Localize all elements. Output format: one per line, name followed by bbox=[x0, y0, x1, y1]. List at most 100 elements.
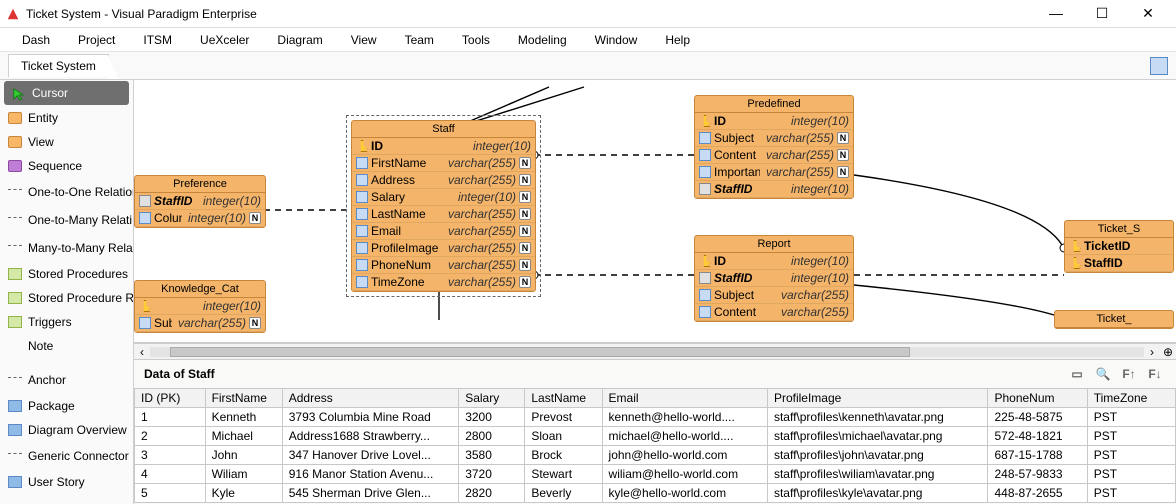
table-row[interactable]: 4Wiliam916 Manor Station Avenu...3720Ste… bbox=[135, 465, 1176, 484]
palette-triggers[interactable]: Triggers bbox=[0, 310, 133, 334]
table-cell[interactable]: staff\profiles\wiliam\avatar.png bbox=[767, 465, 988, 484]
table-cell[interactable]: Address1688 Strawberry... bbox=[282, 427, 458, 446]
palette-user-story[interactable]: User Story bbox=[0, 470, 133, 494]
table-cell[interactable]: 448-87-2655 bbox=[988, 484, 1087, 503]
table-cell[interactable]: 2820 bbox=[459, 484, 525, 503]
table-cell[interactable]: Stewart bbox=[525, 465, 602, 484]
sort-asc-icon[interactable]: F↑ bbox=[1118, 365, 1140, 383]
palette-note[interactable]: Note bbox=[0, 334, 133, 358]
entity-column[interactable]: PhoneNumvarchar(255)N bbox=[352, 257, 535, 274]
menu-diagram[interactable]: Diagram bbox=[277, 33, 322, 47]
palette-stored-procedures[interactable]: Stored Procedures bbox=[0, 262, 133, 286]
entity-column[interactable]: Importancevarchar(255)N bbox=[695, 164, 853, 181]
table-cell[interactable]: staff\profiles\kyle\avatar.png bbox=[767, 484, 988, 503]
table-cell[interactable]: kenneth@hello-world.... bbox=[602, 408, 767, 427]
menu-help[interactable]: Help bbox=[665, 33, 690, 47]
entity-column[interactable]: LastNamevarchar(255)N bbox=[352, 206, 535, 223]
entity-predefined[interactable]: PredefinedIDinteger(10)Subjectvarchar(25… bbox=[694, 95, 854, 199]
table-cell[interactable]: PST bbox=[1087, 408, 1175, 427]
data-table[interactable]: ID (PK)FirstNameAddressSalaryLastNameEma… bbox=[134, 388, 1176, 503]
fit-icon[interactable]: ▭ bbox=[1066, 365, 1088, 383]
palette-stored-procedure-r-[interactable]: Stored Procedure R… bbox=[0, 286, 133, 310]
table-cell[interactable]: 545 Sherman Drive Glen... bbox=[282, 484, 458, 503]
find-icon[interactable]: 🔍 bbox=[1092, 365, 1114, 383]
table-cell[interactable]: Kyle bbox=[205, 484, 282, 503]
entity-column[interactable]: TimeZonevarchar(255)N bbox=[352, 274, 535, 291]
horizontal-scrollbar[interactable]: ‹ › ⊕ bbox=[134, 343, 1176, 359]
table-cell[interactable]: 3580 bbox=[459, 446, 525, 465]
entity-column[interactable]: StaffIDinteger(10) bbox=[135, 193, 265, 210]
palette-one-to-many-relati-[interactable]: One-to-Many Relati… bbox=[0, 206, 133, 234]
entity-column[interactable]: IDinteger(10) bbox=[695, 253, 853, 270]
menu-uexceler[interactable]: UeXceler bbox=[200, 33, 249, 47]
menu-itsm[interactable]: ITSM bbox=[143, 33, 172, 47]
entity-report[interactable]: ReportIDinteger(10)StaffIDinteger(10)Sub… bbox=[694, 235, 854, 322]
palette-sequence[interactable]: Sequence bbox=[0, 154, 133, 178]
table-cell[interactable]: wiliam@hello-world.com bbox=[602, 465, 767, 484]
entity-column[interactable]: Contentvarchar(255)N bbox=[695, 147, 853, 164]
table-header[interactable]: TimeZone bbox=[1087, 389, 1175, 408]
table-cell[interactable]: 347 Hanover Drive Lovel... bbox=[282, 446, 458, 465]
table-cell[interactable]: 5 bbox=[135, 484, 206, 503]
entity-column[interactable]: Subjectvarchar(255) bbox=[695, 287, 853, 304]
menu-modeling[interactable]: Modeling bbox=[518, 33, 567, 47]
menu-dash[interactable]: Dash bbox=[22, 33, 50, 47]
palette-entity[interactable]: Entity bbox=[0, 106, 133, 130]
resize-grip-icon[interactable]: ⊕ bbox=[1160, 345, 1176, 359]
entity-ticket[interactable]: Ticket_ bbox=[1054, 310, 1174, 329]
table-cell[interactable]: kyle@hello-world.com bbox=[602, 484, 767, 503]
entity-column[interactable]: StaffID bbox=[1065, 255, 1173, 272]
table-cell[interactable]: 572-48-1821 bbox=[988, 427, 1087, 446]
table-cell[interactable]: Prevost bbox=[525, 408, 602, 427]
menu-view[interactable]: View bbox=[351, 33, 377, 47]
table-row[interactable]: 5Kyle545 Sherman Drive Glen...2820Beverl… bbox=[135, 484, 1176, 503]
entity-column[interactable]: Salaryinteger(10)N bbox=[352, 189, 535, 206]
table-cell[interactable]: 1 bbox=[135, 408, 206, 427]
maximize-button[interactable]: ☐ bbox=[1088, 5, 1116, 22]
entity-column[interactable]: Subjectvarchar(255)N bbox=[695, 130, 853, 147]
table-cell[interactable]: Kenneth bbox=[205, 408, 282, 427]
entity-column[interactable]: IDinteger(10) bbox=[352, 138, 535, 155]
table-cell[interactable]: PST bbox=[1087, 446, 1175, 465]
table-header[interactable]: ProfileImage bbox=[767, 389, 988, 408]
table-cell[interactable]: 4 bbox=[135, 465, 206, 484]
table-cell[interactable]: 3200 bbox=[459, 408, 525, 427]
table-cell[interactable]: 248-57-9833 bbox=[988, 465, 1087, 484]
table-header[interactable]: ID (PK) bbox=[135, 389, 206, 408]
sort-desc-icon[interactable]: F↓ bbox=[1144, 365, 1166, 383]
palette-package[interactable]: Package bbox=[0, 394, 133, 418]
palette-many-to-many-rela[interactable]: Many-to-Many Rela bbox=[0, 234, 133, 262]
entity-column[interactable]: Columninteger(10)N bbox=[135, 210, 265, 227]
table-cell[interactable]: staff\profiles\michael\avatar.png bbox=[767, 427, 988, 446]
table-cell[interactable]: 3793 Columbia Mine Road bbox=[282, 408, 458, 427]
table-header[interactable]: Salary bbox=[459, 389, 525, 408]
table-cell[interactable]: 916 Manor Station Avenu... bbox=[282, 465, 458, 484]
table-cell[interactable]: staff\profiles\john\avatar.png bbox=[767, 446, 988, 465]
close-button[interactable]: ✕ bbox=[1134, 5, 1162, 22]
table-cell[interactable]: Michael bbox=[205, 427, 282, 446]
entity-column[interactable]: IDinteger(10) bbox=[695, 113, 853, 130]
scroll-thumb[interactable] bbox=[170, 347, 910, 357]
menu-team[interactable]: Team bbox=[405, 33, 434, 47]
palette-cursor[interactable]: Cursor bbox=[4, 81, 129, 105]
table-cell[interactable]: PST bbox=[1087, 484, 1175, 503]
table-header[interactable]: FirstName bbox=[205, 389, 282, 408]
entity-column[interactable]: ProfileImagevarchar(255)N bbox=[352, 240, 535, 257]
table-cell[interactable]: staff\profiles\kenneth\avatar.png bbox=[767, 408, 988, 427]
entity-ticket_s[interactable]: Ticket_STicketIDStaffID bbox=[1064, 220, 1174, 273]
table-cell[interactable]: 3 bbox=[135, 446, 206, 465]
table-cell[interactable]: John bbox=[205, 446, 282, 465]
scroll-right-icon[interactable]: › bbox=[1144, 345, 1160, 359]
table-row[interactable]: 1Kenneth3793 Columbia Mine Road3200Prevo… bbox=[135, 408, 1176, 427]
menu-project[interactable]: Project bbox=[78, 33, 115, 47]
table-header[interactable]: Address bbox=[282, 389, 458, 408]
table-cell[interactable]: Wiliam bbox=[205, 465, 282, 484]
entity-column[interactable]: Contentvarchar(255) bbox=[695, 304, 853, 321]
entity-column[interactable]: integer(10) bbox=[135, 298, 265, 315]
table-header[interactable]: Email bbox=[602, 389, 767, 408]
table-row[interactable]: 2MichaelAddress1688 Strawberry...2800Slo… bbox=[135, 427, 1176, 446]
minimize-button[interactable]: — bbox=[1042, 5, 1070, 22]
scroll-left-icon[interactable]: ‹ bbox=[134, 345, 150, 359]
table-cell[interactable]: PST bbox=[1087, 427, 1175, 446]
diagram-canvas[interactable]: PreferenceStaffIDinteger(10)Columnintege… bbox=[134, 80, 1176, 343]
